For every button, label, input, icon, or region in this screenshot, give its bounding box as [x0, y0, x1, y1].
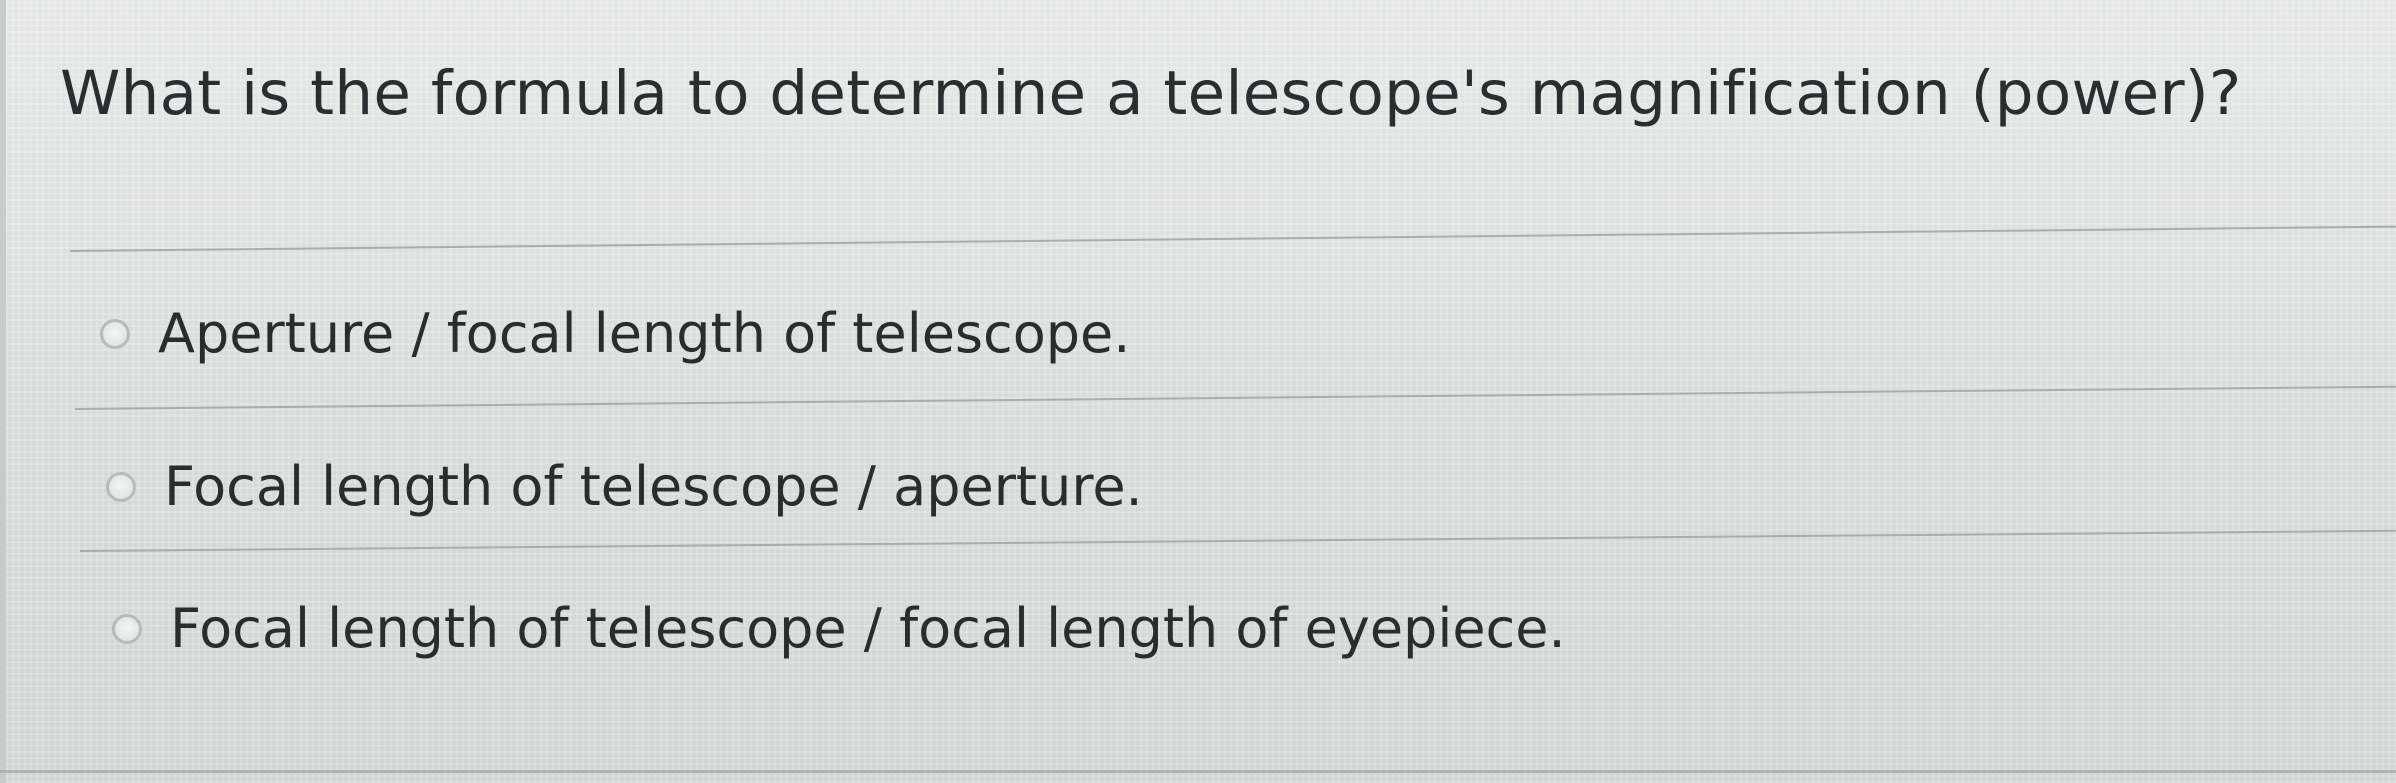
- radio-button-icon[interactable]: [106, 471, 136, 502]
- answer-option-label: Aperture / focal length of telescope.: [158, 302, 1131, 365]
- radio-button-icon[interactable]: [100, 318, 130, 349]
- answer-option-1[interactable]: Aperture / focal length of telescope.: [100, 302, 1130, 365]
- answer-option-label: Focal length of telescope / focal length…: [170, 597, 1566, 660]
- answer-option-label: Focal length of telescope / aperture.: [164, 455, 1143, 518]
- panel-bottom-border: [0, 770, 2396, 773]
- answer-option-3[interactable]: Focal length of telescope / focal length…: [112, 597, 1566, 660]
- answer-option-2[interactable]: Focal length of telescope / aperture.: [106, 455, 1143, 518]
- panel-left-edge: [0, 0, 6, 783]
- question-text: What is the formula to determine a teles…: [60, 58, 2242, 129]
- radio-button-icon[interactable]: [112, 613, 142, 644]
